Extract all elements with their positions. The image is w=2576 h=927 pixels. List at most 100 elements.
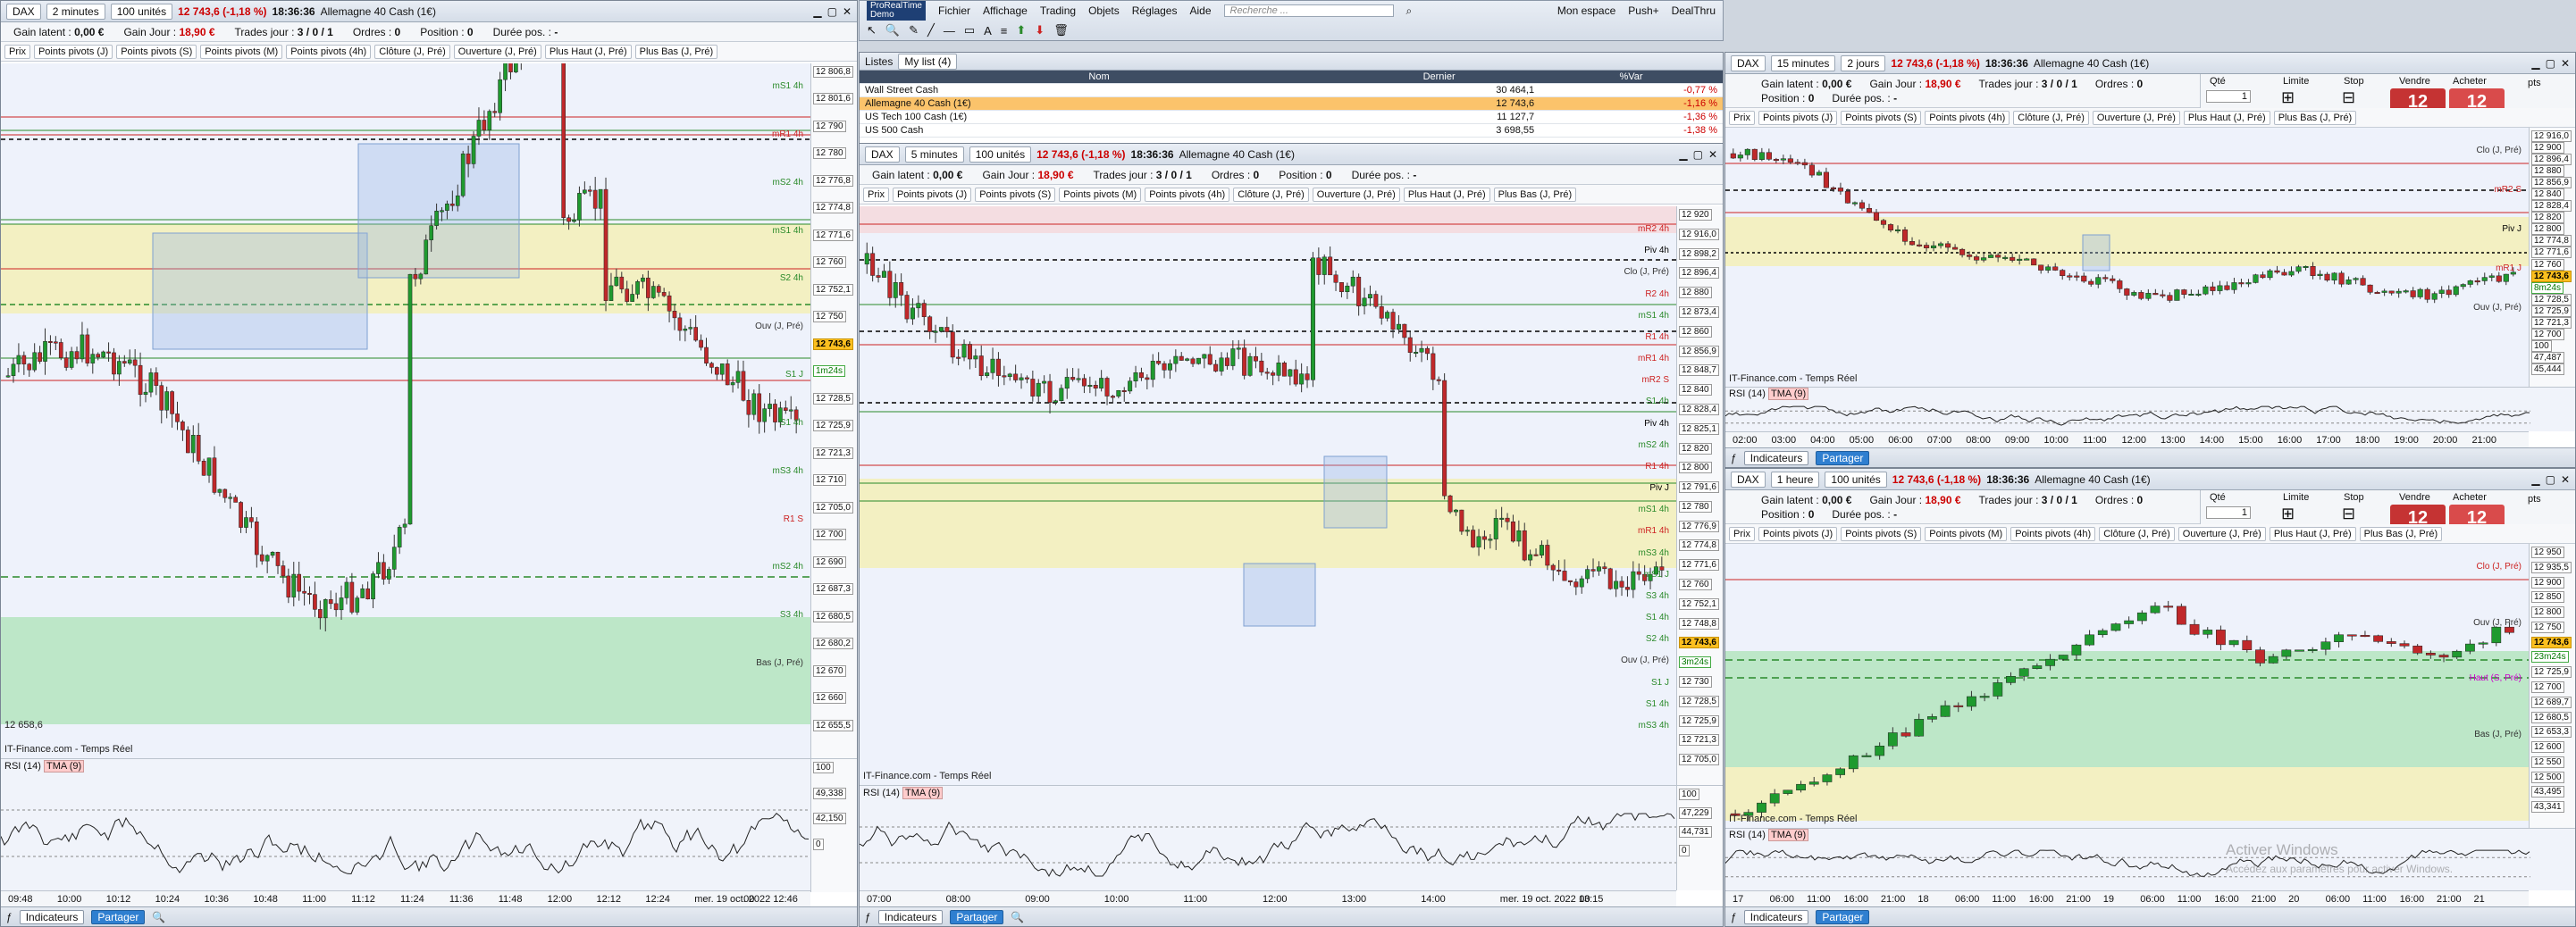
push-link[interactable]: Push+ [1628, 4, 1658, 17]
legend-item[interactable]: Points pivots (J) [1758, 526, 1838, 541]
time-axis[interactable]: 02:00 03:00 04:00 05:00 06:00 07:00 08:00 09:00… [1725, 431, 2529, 449]
dealthru-link[interactable]: DealThru [1672, 4, 1716, 17]
period-select[interactable]: 2 jours [1841, 54, 1886, 71]
legend-item[interactable]: Points pivots (4h) [2010, 526, 2096, 541]
stop-order-icon[interactable]: ⊟ [2342, 88, 2355, 107]
price-chart[interactable]: 12 806,8 12 801,6 12 790 12 780 12 776,8 12 7… [1, 63, 857, 758]
line-icon[interactable]: ╱ [927, 23, 935, 38]
legend-item[interactable]: Plus Bas (J, Pré) [1493, 187, 1577, 202]
legend-item[interactable]: Clôture (J, Pré) [2099, 526, 2175, 541]
units-select[interactable]: 100 unités [110, 3, 173, 20]
rect-icon[interactable]: ▭ [964, 23, 975, 38]
legend-item[interactable]: Ouverture (J, Pré) [2177, 526, 2266, 541]
legend-item[interactable]: Plus Haut (J, Pré) [544, 44, 632, 59]
trash-icon[interactable]: 🗑 [1053, 23, 1069, 38]
partager-button[interactable]: Partager [950, 909, 1004, 924]
maximize-icon[interactable]: ▢ [2546, 57, 2555, 70]
text-icon[interactable]: A [984, 24, 992, 38]
menu-affichage[interactable]: Affichage [983, 4, 1028, 17]
cursor-icon[interactable]: ↖ [867, 23, 877, 38]
rsi-panel[interactable]: RSI (14) TMA (9) [1725, 387, 2575, 431]
price-axis[interactable]: 12 920 12 916,0 12 898,2 12 896,4 12 880 12 8… [1676, 206, 1723, 785]
indicator-icon[interactable]: ƒ [1731, 452, 1737, 464]
zoom-icon[interactable]: 🔍 [152, 911, 165, 923]
indicateurs-button[interactable]: Indicateurs [877, 909, 944, 924]
price-axis[interactable]: 12 950 12 935,5 12 900 12 850 12 800 12 750 12… [2529, 544, 2575, 828]
minimize-icon[interactable]: ▁ [2531, 57, 2539, 70]
table-row[interactable]: Wall Street Cash 30 464,1 -0,77 % [860, 83, 1723, 97]
legend-item[interactable]: Prix [1729, 526, 1755, 541]
legend-item[interactable]: Clôture (J, Pré) [2013, 110, 2089, 125]
units-select[interactable]: 100 unités [969, 146, 1032, 163]
legend-item[interactable]: Prix [863, 187, 889, 202]
legend-item[interactable]: Ouverture (J, Pré) [1312, 187, 1400, 202]
close-icon[interactable]: ✕ [2561, 473, 2570, 486]
indicateurs-button[interactable]: Indicateurs [1743, 450, 1809, 465]
symbol-select[interactable]: DAX [1731, 471, 1766, 488]
close-icon[interactable]: ✕ [2561, 57, 2570, 70]
symbol-select[interactable]: DAX [865, 146, 900, 163]
legend-item[interactable]: Points pivots (M) [1059, 187, 1142, 202]
maximize-icon[interactable]: ▢ [2546, 473, 2555, 486]
legend-item[interactable]: Plus Bas (J, Pré) [2359, 526, 2443, 541]
menu-objets[interactable]: Objets [1088, 4, 1120, 17]
legend-item[interactable]: Clôture (J, Pré) [374, 44, 450, 59]
legend-item[interactable]: Prix [4, 44, 30, 59]
timeframe-select[interactable]: 5 minutes [904, 146, 964, 163]
limit-order-icon[interactable]: ⊞ [2281, 88, 2295, 107]
legend-item[interactable]: Points pivots (J) [1758, 110, 1838, 125]
price-axis[interactable]: 12 916,0 12 900 12 896,4 12 880 12 856,9 12 8… [2529, 128, 2575, 387]
rsi-panel[interactable]: RSI (14) TMA (9) Activer Windows Accédez… [1725, 828, 2575, 890]
legend-item[interactable]: Points pivots (4h) [286, 44, 372, 59]
hline-icon[interactable]: — [944, 24, 955, 38]
legend-item[interactable]: Points pivots (M) [200, 44, 283, 59]
legend-item[interactable]: Clôture (J, Pré) [1233, 187, 1309, 202]
arrow-down-icon[interactable]: ⬇ [1035, 23, 1045, 38]
rsi-panel[interactable]: RSI (14) TMA (9) 100 49,338 42,150 0 [1, 758, 857, 892]
legend-item[interactable]: Plus Bas (J, Pré) [2273, 110, 2357, 125]
limit-order-icon[interactable]: ⊞ [2281, 505, 2295, 523]
price-chart[interactable]: 12 916,0 12 900 12 896,4 12 880 12 856,9 12 8… [1725, 128, 2575, 387]
legend-item[interactable]: Ouverture (J, Pré) [453, 44, 541, 59]
col-var[interactable]: %Var [1540, 71, 1723, 84]
search-input[interactable]: Recherche ... [1223, 4, 1394, 17]
col-nom[interactable]: Nom [860, 71, 1339, 84]
indicator-icon[interactable]: ƒ [1731, 911, 1737, 923]
col-dernier[interactable]: Dernier [1338, 71, 1540, 84]
arrow-up-icon[interactable]: ⬆ [1016, 23, 1026, 38]
symbol-select[interactable]: DAX [1731, 54, 1766, 71]
mon-espace-link[interactable]: Mon espace [1557, 4, 1615, 17]
time-axis[interactable]: 09:48 10:00 10:12 10:24 10:36 10:48 11:00 11:12… [1, 890, 810, 908]
legend-item[interactable]: Prix [1729, 110, 1755, 125]
legend-item[interactable]: Plus Haut (J, Pré) [2269, 526, 2356, 541]
legend-item[interactable]: Plus Haut (J, Pré) [2183, 110, 2270, 125]
legend-item[interactable]: Points pivots (S) [1841, 110, 1922, 125]
menu-reglages[interactable]: Réglages [1132, 4, 1178, 17]
legend-item[interactable]: Points pivots (4h) [1145, 187, 1230, 202]
maximize-icon[interactable]: ▢ [827, 5, 837, 18]
units-select[interactable]: 100 unités [1825, 471, 1887, 488]
minimize-icon[interactable]: ▁ [1679, 148, 1687, 161]
maximize-icon[interactable]: ▢ [1693, 148, 1703, 161]
legend-item[interactable]: Points pivots (J) [892, 187, 972, 202]
pencil-icon[interactable]: ✎ [909, 23, 919, 38]
menu-aide[interactable]: Aide [1189, 4, 1211, 17]
legend-item[interactable]: Plus Haut (J, Pré) [1403, 187, 1490, 202]
symbol-select[interactable]: DAX [6, 3, 41, 20]
partager-button[interactable]: Partager [1816, 450, 1870, 465]
search-icon[interactable]: ⌕ [1406, 4, 1413, 18]
close-icon[interactable]: ✕ [843, 5, 852, 18]
zoom-icon[interactable]: 🔍 [1011, 911, 1024, 923]
table-row[interactable]: US 500 Cash 3 698,55 -1,38 % [860, 123, 1723, 138]
timeframe-select[interactable]: 15 minutes [1770, 54, 1836, 71]
indicateurs-button[interactable]: Indicateurs [1743, 909, 1809, 924]
minimize-icon[interactable]: ▁ [2531, 473, 2539, 486]
qty-input[interactable]: 1 [2206, 506, 2251, 519]
menu-fichier[interactable]: Fichier [938, 4, 970, 17]
stop-order-icon[interactable]: ⊟ [2342, 505, 2355, 523]
price-chart[interactable]: 12 950 12 935,5 12 900 12 850 12 800 12 750 12… [1725, 544, 2575, 828]
legend-item[interactable]: Points pivots (M) [1925, 526, 2008, 541]
time-axis[interactable]: 07:00 08:00 09:00 10:00 11:00 12:00 13:00 14:00… [860, 890, 1676, 908]
legend-item[interactable]: Points pivots (S) [975, 187, 1056, 202]
indicator-icon[interactable]: ƒ [865, 911, 871, 923]
